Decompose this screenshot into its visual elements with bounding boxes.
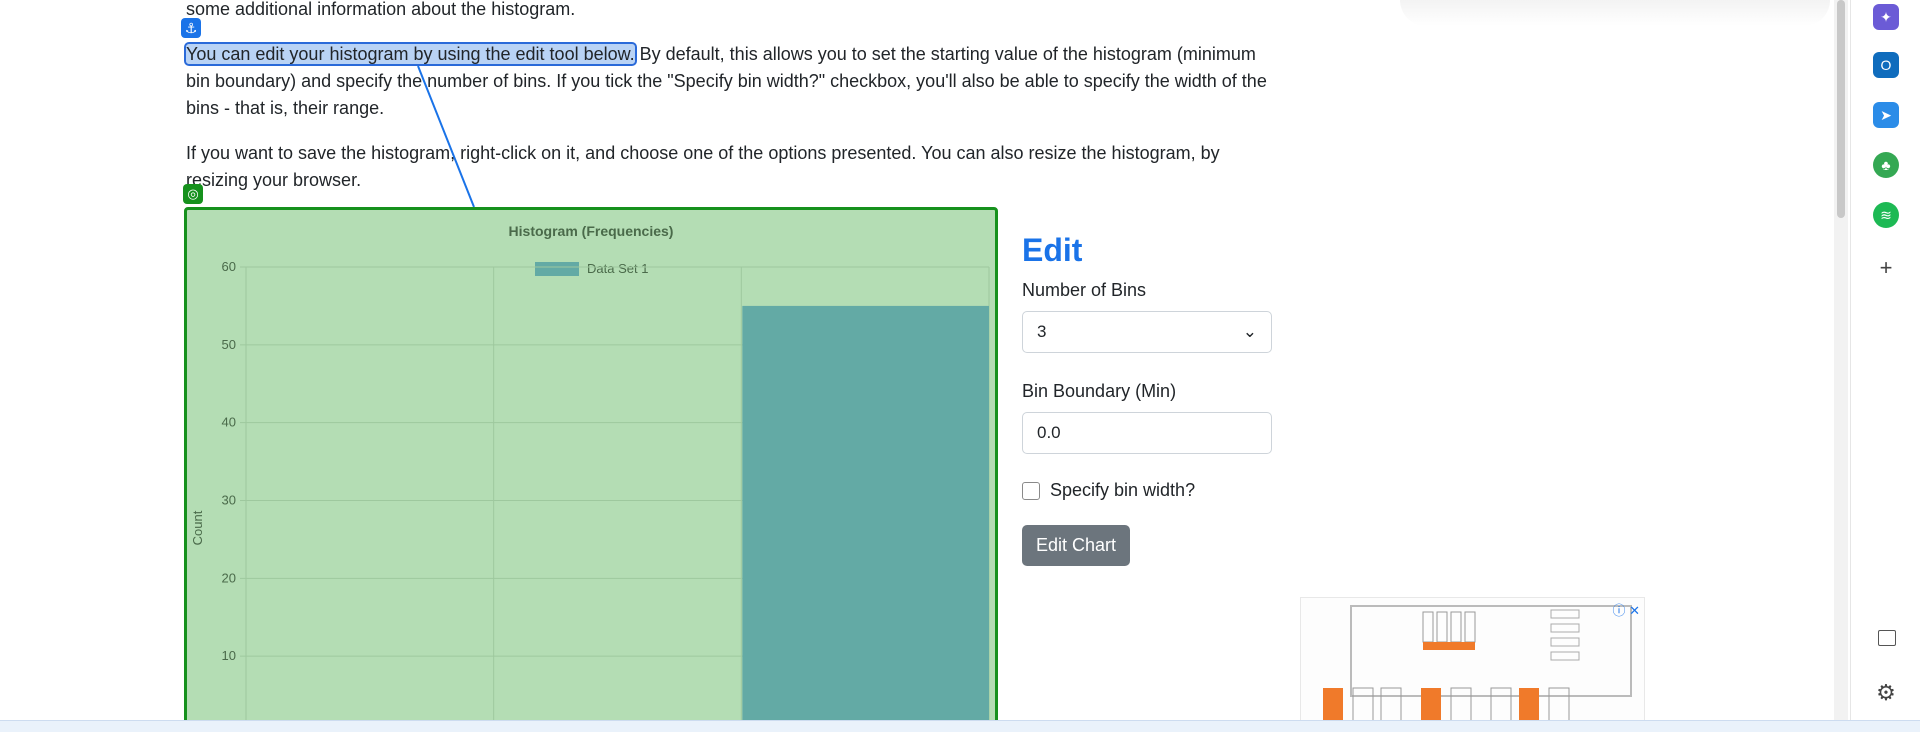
bin-width-checkbox[interactable] <box>1022 481 1040 500</box>
bin-width-row[interactable]: Specify bin width? <box>1022 480 1282 501</box>
tree-icon[interactable]: ♣ <box>1873 152 1899 178</box>
y-tick-label: 60 <box>222 259 236 274</box>
scrollbar-thumb[interactable] <box>1837 0 1845 218</box>
spotify-icon[interactable]: ≋ <box>1873 202 1899 228</box>
histogram-bar[interactable] <box>742 305 989 731</box>
copilot-icon[interactable]: ✦ <box>1873 4 1899 30</box>
ad-info-close-icon[interactable]: ⓘ ✕ <box>1612 600 1640 619</box>
settings-icon[interactable]: ⚙ <box>1873 680 1899 706</box>
panel-icon[interactable] <box>1878 630 1896 646</box>
boundary-value: 0.0 <box>1037 423 1061 442</box>
y-axis-label: Count <box>190 510 205 545</box>
edit-title: Edit <box>1022 232 1083 268</box>
bins-select[interactable]: 3 ⌄ <box>1022 311 1272 353</box>
edit-panel: Edit Number of Bins 3 ⌄ Bin Boundary (Mi… <box>1022 228 1282 566</box>
page-scrollbar[interactable] <box>1834 0 1848 731</box>
boundary-input[interactable]: 0.0 <box>1022 412 1272 454</box>
bin-width-label[interactable]: Specify bin width? <box>1050 480 1195 501</box>
target-icon[interactable]: ◎ <box>183 184 203 204</box>
send-icon[interactable]: ➤ <box>1873 102 1899 128</box>
page-content: some additional information about the hi… <box>0 0 1850 731</box>
bins-label: Number of Bins <box>1022 280 1147 300</box>
chart-title: Histogram (Frequencies) <box>509 223 674 239</box>
histogram-svg: Histogram (Frequencies) Data Set 1 Count… <box>190 223 990 731</box>
y-tick-label: 50 <box>222 337 236 352</box>
legend-label[interactable]: Data Set 1 <box>587 261 648 276</box>
ad-illustration <box>1323 605 1632 729</box>
outlook-icon[interactable]: O <box>1873 52 1899 78</box>
chevron-down-icon: ⌄ <box>1242 322 1257 341</box>
histogram-chart[interactable]: Histogram (Frequencies) Data Set 1 Count… <box>184 207 998 731</box>
boundary-label: Bin Boundary (Min) <box>1022 381 1177 401</box>
y-tick-label: 40 <box>222 415 236 430</box>
edit-chart-button[interactable]: Edit Chart <box>1022 525 1131 566</box>
browser-sidebar: ✦ O ➤ ♣ ≋ + ⚙ <box>1850 0 1920 731</box>
bins-value: 3 <box>1037 322 1047 341</box>
y-tick-label: 20 <box>222 570 236 585</box>
plus-icon[interactable]: + <box>1873 255 1899 281</box>
legend-swatch[interactable] <box>535 262 579 276</box>
taskbar-strip <box>0 720 1920 732</box>
y-tick-label: 30 <box>222 493 236 508</box>
y-tick-label: 10 <box>222 648 236 663</box>
advertisement[interactable]: ⓘ ✕ <box>1300 597 1645 731</box>
